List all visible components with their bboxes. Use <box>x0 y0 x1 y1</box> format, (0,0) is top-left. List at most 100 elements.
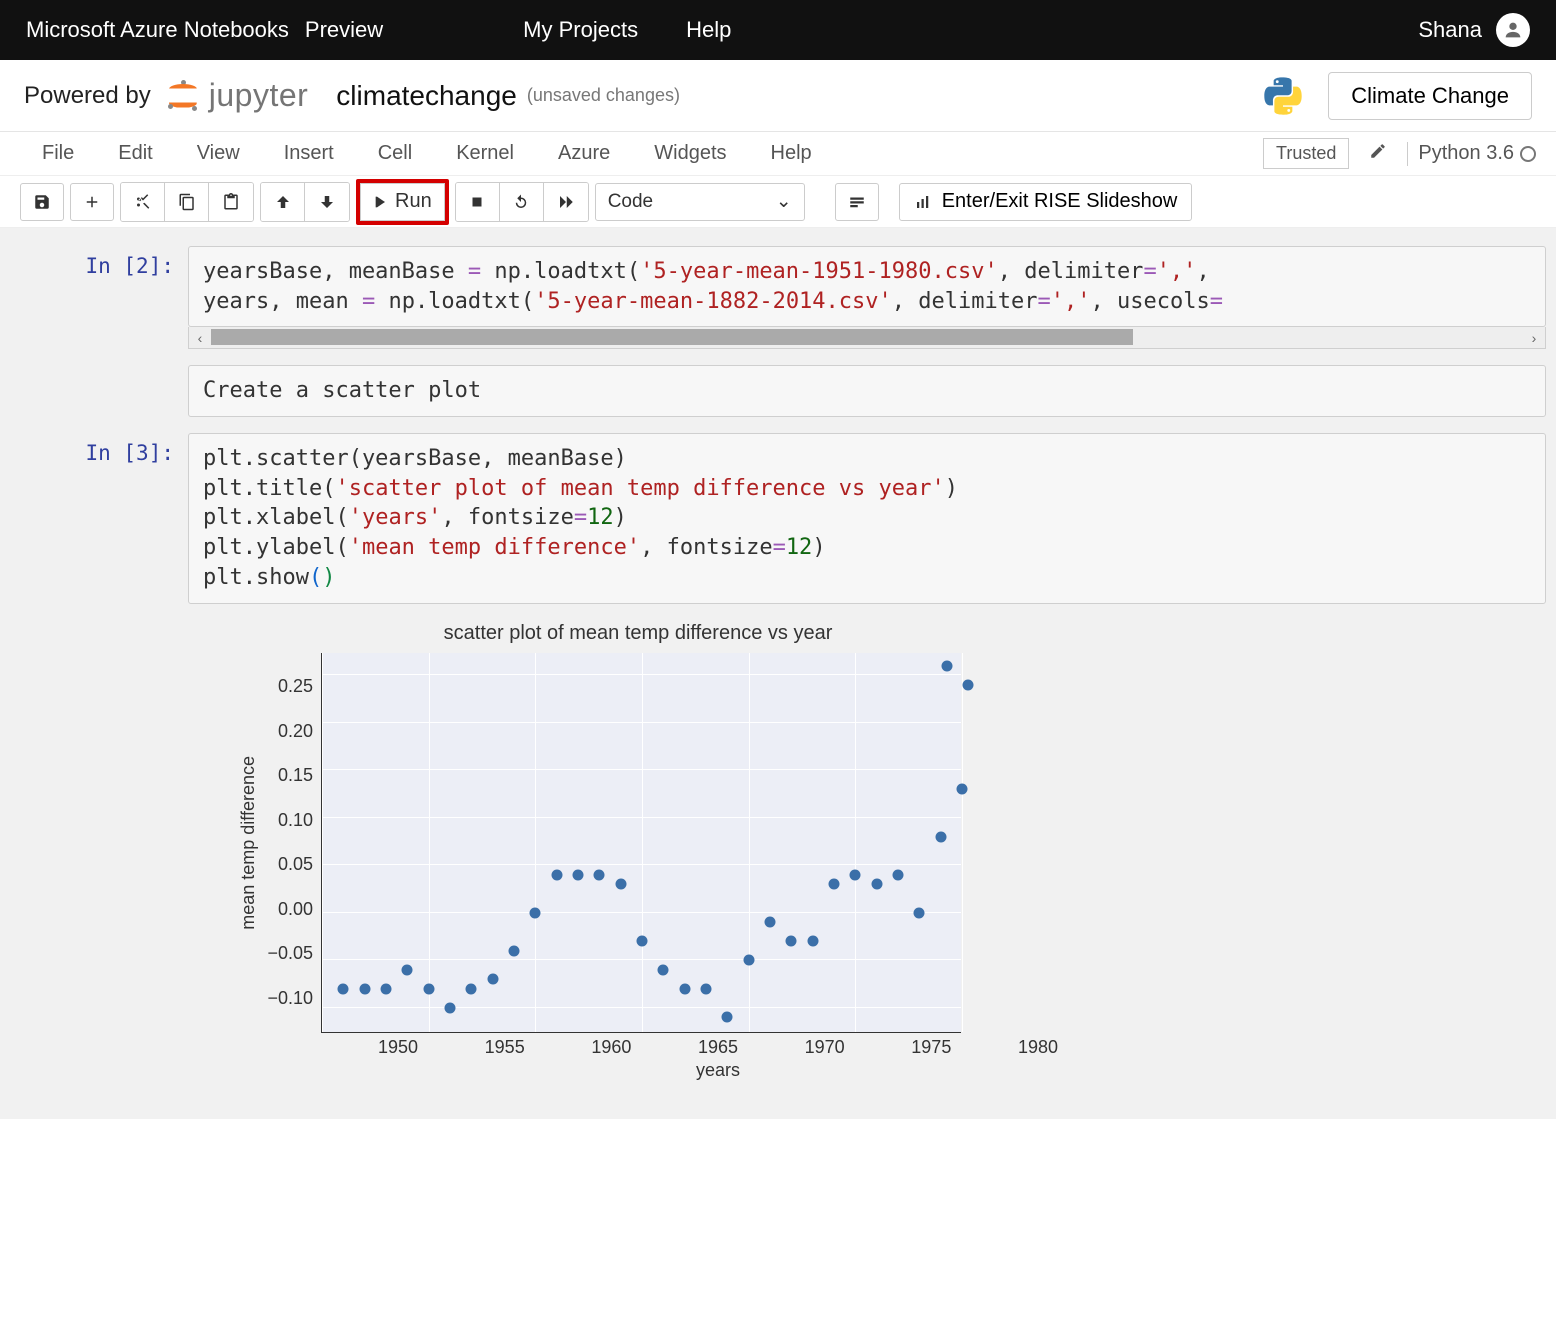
powered-by-label: Powered by <box>24 82 151 110</box>
menu-widgets[interactable]: Widgets <box>632 136 748 171</box>
preview-badge: Preview <box>305 17 383 43</box>
menu-insert[interactable]: Insert <box>262 136 356 171</box>
chart-output: scatter plot of mean temp difference vs … <box>238 622 1038 1081</box>
python-icon <box>1260 73 1306 119</box>
jupyter-mark-icon <box>165 78 201 114</box>
slideshow-icon <box>914 193 932 211</box>
restart-run-all-button[interactable] <box>544 183 588 221</box>
brand[interactable]: Microsoft Azure Notebooks <box>26 17 289 43</box>
chart-point <box>509 945 520 956</box>
horizontal-scrollbar[interactable]: ‹ › <box>188 327 1546 349</box>
code-editor[interactable]: plt.scatter(yearsBase, meanBase) plt.tit… <box>188 433 1546 603</box>
chart-point <box>743 955 754 966</box>
paste-button[interactable] <box>209 183 253 221</box>
code-editor[interactable]: yearsBase, meanBase = np.loadtxt('5-year… <box>188 246 1546 327</box>
code-cell[interactable]: In [3]: plt.scatter(yearsBase, meanBase)… <box>10 425 1546 1088</box>
menu-edit[interactable]: Edit <box>96 136 174 171</box>
chart-point <box>786 936 797 947</box>
chart-point <box>942 660 953 671</box>
cell-prompt: In [2]: <box>10 246 188 349</box>
chart-point <box>957 784 968 795</box>
clipboard-group <box>120 182 254 222</box>
cut-button[interactable] <box>121 183 165 221</box>
move-down-button[interactable] <box>305 183 349 221</box>
command-palette-button[interactable] <box>835 183 879 221</box>
chart-point <box>423 983 434 994</box>
kernel-group <box>455 182 589 222</box>
chart-xlabel: years <box>398 1060 1038 1081</box>
chart-point <box>765 917 776 928</box>
chart-yticks: 0.250.200.150.100.050.00−0.05−0.10 <box>265 653 321 1033</box>
rise-label: Enter/Exit RISE Slideshow <box>942 190 1178 213</box>
chart-point <box>914 907 925 918</box>
kernel-name[interactable]: Python 3.6 <box>1418 142 1514 165</box>
project-button[interactable]: Climate Change <box>1328 72 1532 120</box>
chart-point <box>679 983 690 994</box>
chart-point <box>466 983 477 994</box>
code-cell[interactable]: In [2]: yearsBase, meanBase = np.loadtxt… <box>10 238 1546 357</box>
move-group <box>260 182 350 222</box>
nav-help[interactable]: Help <box>686 17 731 43</box>
kernel-status-idle-icon <box>1520 146 1536 162</box>
nav-my-projects[interactable]: My Projects <box>523 17 638 43</box>
chart-point <box>381 983 392 994</box>
chevron-down-icon: ⌄ <box>776 190 792 213</box>
menu-view[interactable]: View <box>175 136 262 171</box>
chart-point <box>935 831 946 842</box>
chart-point <box>551 869 562 880</box>
jupyter-logo[interactable]: jupyter <box>165 77 309 114</box>
chart-point <box>807 936 818 947</box>
chart-ylabel: mean temp difference <box>238 756 259 930</box>
toolbar: Run Code ⌄ Enter/Exit RISE Slideshow <box>0 176 1556 228</box>
add-cell-button[interactable] <box>70 183 114 221</box>
scroll-thumb[interactable] <box>211 329 1133 345</box>
notebook-header: Powered by jupyter climatechange (unsave… <box>0 60 1556 132</box>
run-icon <box>373 194 389 210</box>
chart-point <box>963 679 974 690</box>
menu-file[interactable]: File <box>20 136 96 171</box>
save-button[interactable] <box>20 183 64 221</box>
menubar: File Edit View Insert Cell Kernel Azure … <box>0 132 1556 176</box>
chart-point <box>722 1012 733 1023</box>
chart-point <box>701 983 712 994</box>
celltype-select[interactable]: Code ⌄ <box>595 183 805 221</box>
markdown-cell[interactable]: Create a scatter plot <box>10 357 1546 425</box>
trusted-badge[interactable]: Trusted <box>1263 138 1349 169</box>
notebook-body: In [2]: yearsBase, meanBase = np.loadtxt… <box>0 228 1556 1119</box>
save-status: (unsaved changes) <box>527 85 680 106</box>
notebook-title[interactable]: climatechange <box>336 80 517 112</box>
chart-point <box>615 879 626 890</box>
celltype-value: Code <box>608 191 653 213</box>
scroll-left-icon[interactable]: ‹ <box>189 327 211 348</box>
chart-point <box>573 869 584 880</box>
menu-help[interactable]: Help <box>749 136 834 171</box>
run-button[interactable]: Run <box>360 183 445 221</box>
chart-point <box>829 879 840 890</box>
user-name[interactable]: Shana <box>1418 17 1482 43</box>
markdown-content[interactable]: Create a scatter plot <box>188 365 1546 417</box>
avatar-icon[interactable] <box>1496 13 1530 47</box>
menu-kernel[interactable]: Kernel <box>434 136 536 171</box>
cell-prompt: In [3]: <box>10 433 188 1080</box>
azure-topbar: Microsoft Azure Notebooks Preview My Pro… <box>0 0 1556 60</box>
chart-point <box>658 964 669 975</box>
chart-point <box>893 869 904 880</box>
run-button-label: Run <box>395 190 432 213</box>
menu-azure[interactable]: Azure <box>536 136 632 171</box>
scroll-right-icon[interactable]: › <box>1523 327 1545 348</box>
menu-cell[interactable]: Cell <box>356 136 434 171</box>
restart-button[interactable] <box>500 183 544 221</box>
chart-title: scatter plot of mean temp difference vs … <box>238 622 1038 645</box>
run-button-highlight: Run <box>356 179 449 225</box>
copy-button[interactable] <box>165 183 209 221</box>
chart-point <box>338 983 349 994</box>
jupyter-text: jupyter <box>209 77 309 114</box>
chart-point <box>487 974 498 985</box>
rise-slideshow-button[interactable]: Enter/Exit RISE Slideshow <box>899 183 1193 221</box>
move-up-button[interactable] <box>261 183 305 221</box>
interrupt-button[interactable] <box>456 183 500 221</box>
chart-point <box>359 983 370 994</box>
chart-point <box>637 936 648 947</box>
edit-metadata-icon[interactable] <box>1369 142 1387 166</box>
chart-point <box>530 907 541 918</box>
